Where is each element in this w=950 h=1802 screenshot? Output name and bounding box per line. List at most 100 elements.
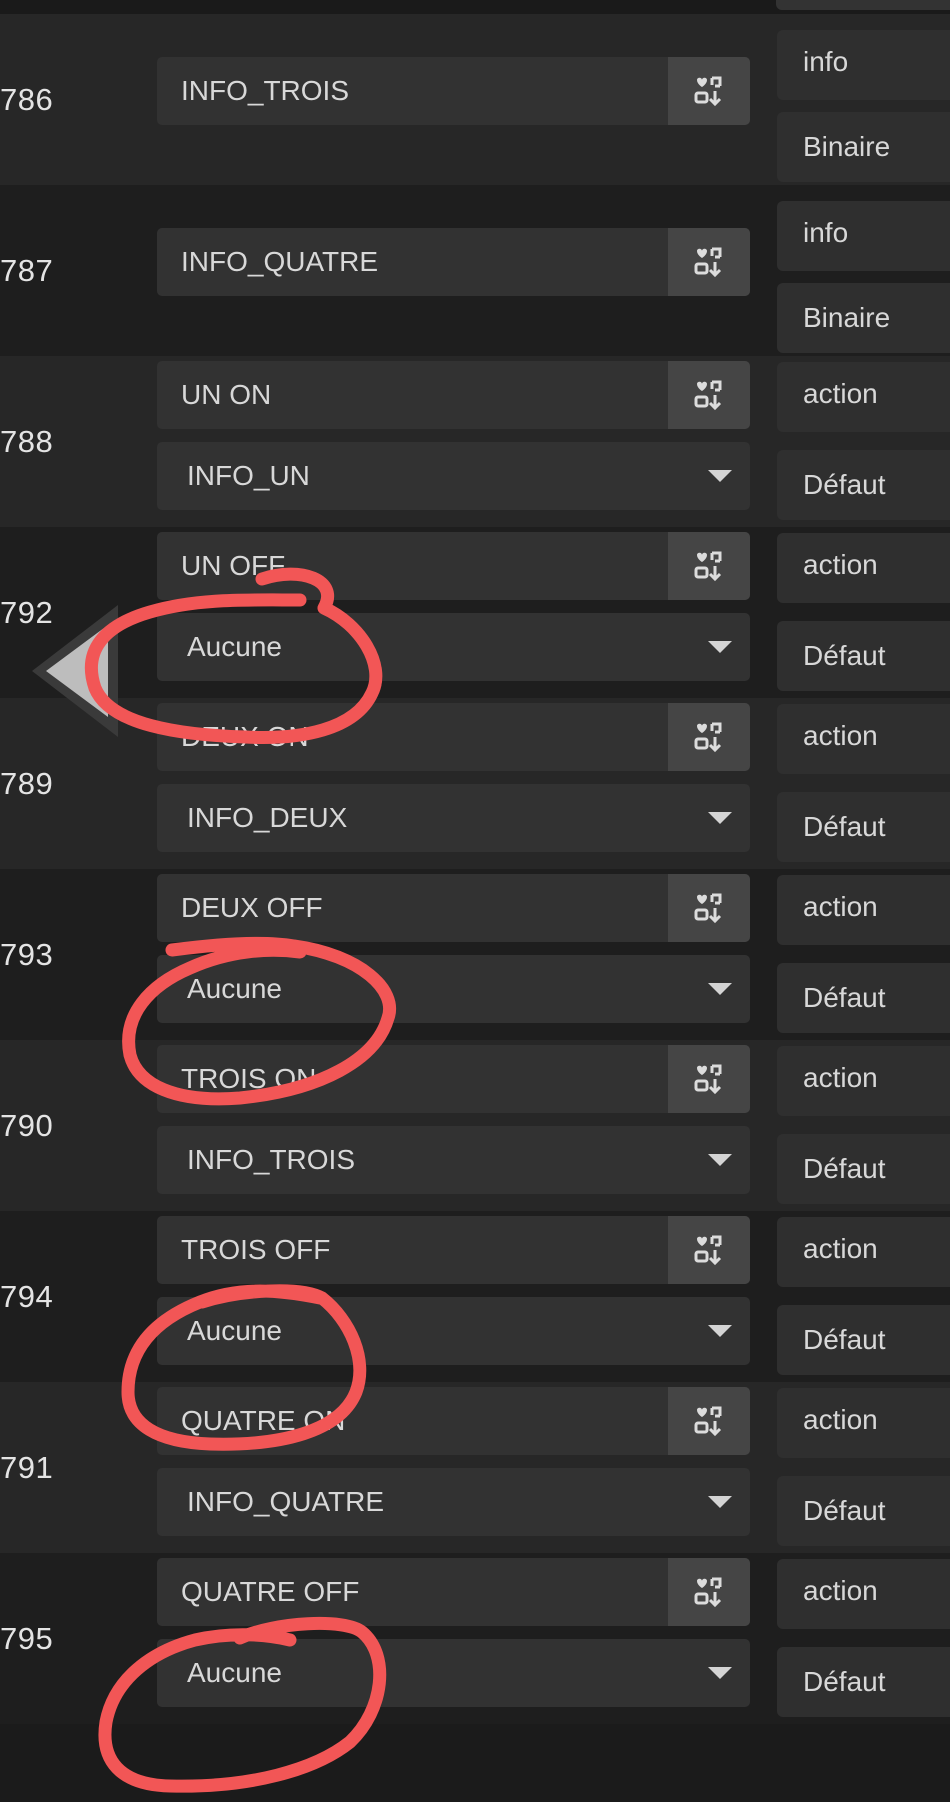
- command-type-badge: action: [777, 1559, 950, 1629]
- command-value-select[interactable]: Aucune: [157, 613, 750, 681]
- command-type-label: action: [803, 1404, 878, 1435]
- command-id: 790: [0, 1107, 54, 1143]
- command-value-select[interactable]: INFO_QUATRE: [157, 1468, 750, 1536]
- command-subtype-select[interactable]: Binaire: [777, 283, 950, 353]
- command-row: 789 DEUX ON INFO_DEUX action Défaut: [0, 698, 950, 869]
- configure-command-glyph: [694, 1577, 722, 1608]
- configure-command-glyph: [694, 380, 722, 411]
- command-id: 786: [0, 81, 54, 117]
- command-subtype-select[interactable]: Défaut: [777, 621, 950, 691]
- command-subtype-select[interactable]: Défaut: [777, 1476, 950, 1546]
- configure-command-glyph: [694, 76, 722, 107]
- command-id: 794: [0, 1278, 54, 1314]
- command-name-field[interactable]: UN OFF: [157, 532, 750, 600]
- command-subtype-label: Défaut: [803, 1153, 886, 1184]
- command-name-field[interactable]: INFO_TROIS: [157, 57, 750, 125]
- configure-command-icon[interactable]: [668, 228, 750, 296]
- collapse-arrow-icon[interactable]: [32, 605, 118, 737]
- command-name-field[interactable]: DEUX ON: [157, 703, 750, 771]
- command-subtype-select[interactable]: Défaut: [777, 792, 950, 862]
- configure-command-glyph: [694, 1235, 722, 1266]
- command-value-select[interactable]: Aucune: [157, 1639, 750, 1707]
- caret-down-icon: [708, 983, 732, 995]
- command-name-field[interactable]: TROIS OFF: [157, 1216, 750, 1284]
- command-type-badge: action: [777, 875, 950, 945]
- configure-command-icon[interactable]: [668, 532, 750, 600]
- command-value-selected: INFO_QUATRE: [187, 1486, 385, 1517]
- command-type-label: info: [803, 217, 849, 248]
- command-subtype-label: Binaire: [803, 131, 891, 162]
- configure-command-icon[interactable]: [668, 1558, 750, 1626]
- command-row: 786 INFO_TROIS info Binaire: [0, 14, 950, 185]
- command-list-page: 786 INFO_TROIS info Binaire 787 INFO_QUA…: [0, 0, 950, 1802]
- command-rows: 786 INFO_TROIS info Binaire 787 INFO_QUA…: [0, 14, 950, 1724]
- caret-down-icon: [708, 1667, 732, 1679]
- command-row: 794 TROIS OFF Aucune action Défaut: [0, 1211, 950, 1382]
- command-type-badge: action: [777, 1388, 950, 1458]
- command-name-value: DEUX ON: [181, 721, 309, 752]
- configure-command-icon[interactable]: [668, 874, 750, 942]
- command-subtype-select[interactable]: Binaire: [777, 112, 950, 182]
- command-name-field[interactable]: QUATRE ON: [157, 1387, 750, 1455]
- command-name-field[interactable]: DEUX OFF: [157, 874, 750, 942]
- command-value-selected: Aucune: [187, 973, 282, 1004]
- caret-down-icon: [708, 1154, 732, 1166]
- configure-command-glyph: [694, 722, 722, 753]
- command-subtype-label: Défaut: [803, 640, 886, 671]
- command-row: 790 TROIS ON INFO_TROIS action Défaut: [0, 1040, 950, 1211]
- command-subtype-label: Défaut: [803, 1324, 886, 1355]
- command-name-field[interactable]: TROIS ON: [157, 1045, 750, 1113]
- command-subtype-select[interactable]: Défaut: [777, 1134, 950, 1204]
- command-type-badge: action: [777, 704, 950, 774]
- command-row: 793 DEUX OFF Aucune action Défaut: [0, 869, 950, 1040]
- caret-down-icon: [708, 1496, 732, 1508]
- command-value-select[interactable]: INFO_UN: [157, 442, 750, 510]
- configure-command-icon[interactable]: [668, 57, 750, 125]
- command-value-selected: Aucune: [187, 1657, 282, 1688]
- command-subtype-select[interactable]: Défaut: [777, 1647, 950, 1717]
- previous-row-pill: [776, 0, 950, 10]
- command-value-select[interactable]: INFO_TROIS: [157, 1126, 750, 1194]
- configure-command-glyph: [694, 893, 722, 924]
- command-id: 788: [0, 423, 54, 459]
- command-value-selected: INFO_UN: [187, 460, 310, 491]
- command-subtype-label: Défaut: [803, 469, 886, 500]
- configure-command-icon[interactable]: [668, 361, 750, 429]
- command-row: 792 UN OFF Aucune action Défaut: [0, 527, 950, 698]
- command-type-badge: action: [777, 1046, 950, 1116]
- command-name-value: UN ON: [181, 379, 272, 410]
- command-name-field[interactable]: UN ON: [157, 361, 750, 429]
- command-row: 795 QUATRE OFF Aucune action Défaut: [0, 1553, 950, 1724]
- command-name-value: INFO_QUATRE: [181, 246, 379, 277]
- caret-down-icon: [708, 470, 732, 482]
- configure-command-icon[interactable]: [668, 703, 750, 771]
- configure-command-icon[interactable]: [668, 1387, 750, 1455]
- configure-command-icon[interactable]: [668, 1045, 750, 1113]
- command-type-badge: action: [777, 533, 950, 603]
- caret-down-icon: [708, 1325, 732, 1337]
- configure-command-icon[interactable]: [668, 1216, 750, 1284]
- command-name-value: TROIS OFF: [181, 1234, 331, 1265]
- command-name-value: UN OFF: [181, 550, 286, 581]
- command-value-selected: INFO_TROIS: [187, 1144, 356, 1175]
- command-name-value: QUATRE OFF: [181, 1576, 360, 1607]
- command-subtype-select[interactable]: Défaut: [777, 963, 950, 1033]
- command-name-value: DEUX OFF: [181, 892, 323, 923]
- configure-command-glyph: [694, 551, 722, 582]
- command-type-label: action: [803, 1233, 878, 1264]
- command-subtype-label: Défaut: [803, 1495, 886, 1526]
- command-subtype-label: Binaire: [803, 302, 891, 333]
- command-value-select[interactable]: INFO_DEUX: [157, 784, 750, 852]
- command-subtype-label: Défaut: [803, 811, 886, 842]
- command-value-selected: Aucune: [187, 631, 282, 662]
- command-id: 791: [0, 1449, 54, 1485]
- command-name-field[interactable]: INFO_QUATRE: [157, 228, 750, 296]
- command-name-field[interactable]: QUATRE OFF: [157, 1558, 750, 1626]
- command-value-select[interactable]: Aucune: [157, 1297, 750, 1365]
- list-footer: [0, 1724, 950, 1802]
- command-subtype-select[interactable]: Défaut: [777, 1305, 950, 1375]
- command-subtype-select[interactable]: Défaut: [777, 450, 950, 520]
- command-name-value: QUATRE ON: [181, 1405, 346, 1436]
- command-value-select[interactable]: Aucune: [157, 955, 750, 1023]
- command-id: 793: [0, 936, 54, 972]
